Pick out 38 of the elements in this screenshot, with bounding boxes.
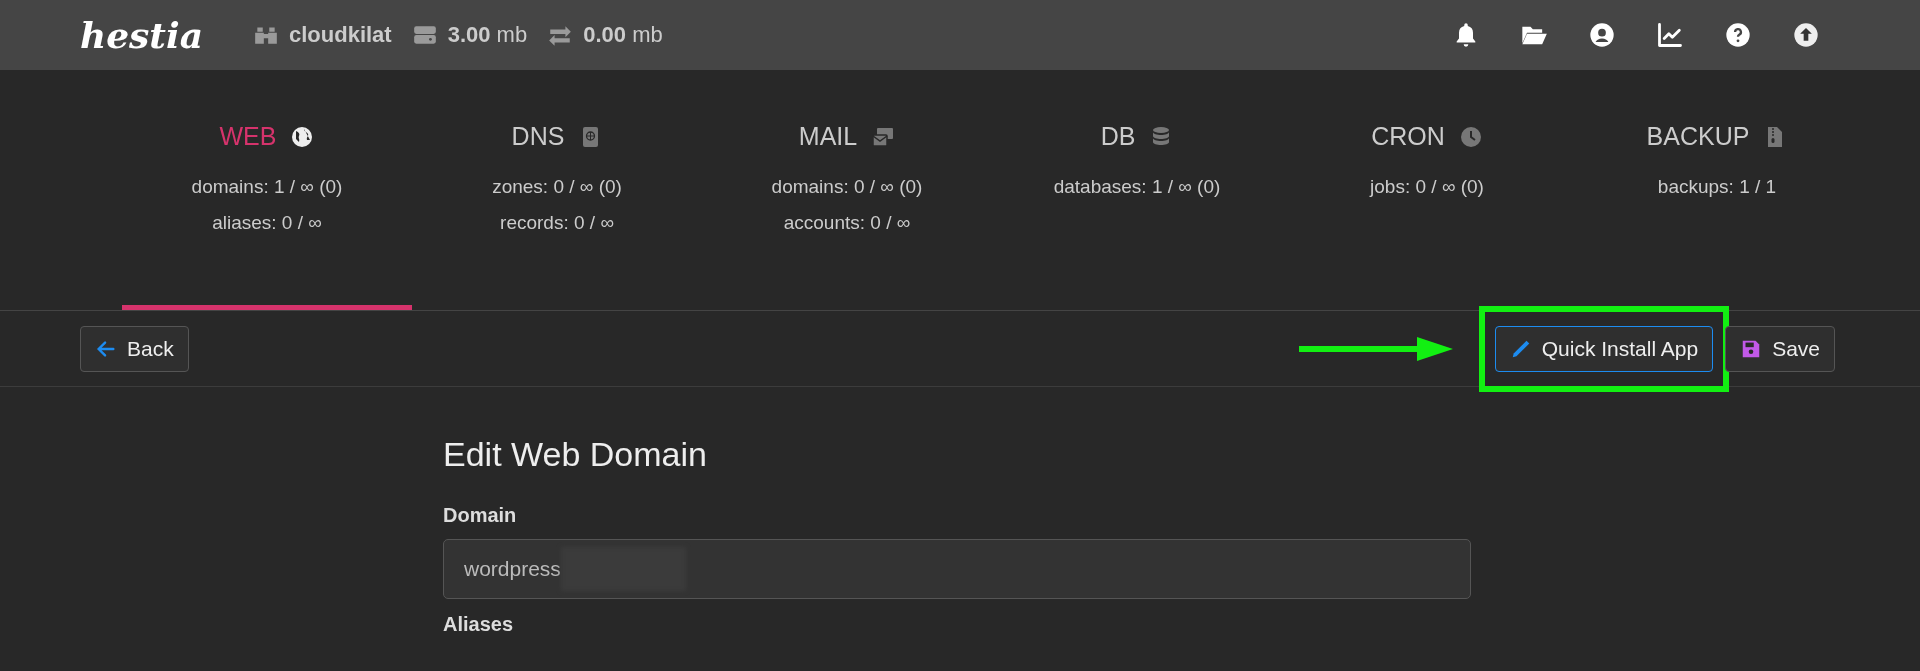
tab-title: WEB bbox=[219, 122, 277, 151]
stats-tab[interactable]: WEB domains: 1 / ∞ (0) aliases: 0 / ∞ bbox=[122, 70, 412, 310]
stats-tab[interactable]: CRON jobs: 0 / ∞ (0) bbox=[1282, 70, 1572, 310]
tab-title: DB bbox=[1100, 122, 1136, 151]
tab-title: DNS bbox=[511, 122, 565, 151]
bandwidth-usage: 0.00 mb bbox=[583, 22, 663, 48]
tab-stat: databases: 1 / ∞ (0) bbox=[1052, 175, 1222, 199]
stats-tab[interactable]: DB databases: 1 / ∞ (0) bbox=[992, 70, 1282, 310]
upload-icon[interactable] bbox=[1792, 21, 1820, 49]
tab-stat: domains: 1 / ∞ (0) bbox=[190, 175, 344, 199]
tab-stat: domains: 0 / ∞ (0) bbox=[770, 175, 924, 199]
logo[interactable]: hestia bbox=[80, 14, 203, 56]
stats-tab[interactable]: BACKUP backups: 1 / 1 bbox=[1572, 70, 1862, 310]
tab-title: BACKUP bbox=[1646, 122, 1750, 151]
field-label: Aliases bbox=[443, 613, 515, 636]
back-button[interactable]: Back bbox=[80, 325, 189, 372]
tab-stat: accounts: 0 / ∞ bbox=[782, 211, 912, 235]
tab-stat: zones: 0 / ∞ (0) bbox=[491, 175, 623, 199]
save-button[interactable]: Save bbox=[1725, 325, 1835, 372]
stats-tab[interactable]: DNS zones: 0 / ∞ (0) records: 0 / ∞ bbox=[412, 70, 702, 310]
tab-stat: records: 0 / ∞ bbox=[499, 211, 615, 235]
tab-title: CRON bbox=[1371, 122, 1445, 151]
quick-install-button[interactable]: Quick Install App bbox=[1494, 325, 1714, 372]
field-label: Domain bbox=[443, 504, 518, 527]
tab-title: MAIL bbox=[798, 122, 858, 151]
clock-icon bbox=[1458, 124, 1483, 149]
domain-field[interactable]: wordpress bbox=[443, 539, 1471, 599]
username[interactable]: cloudkilat bbox=[289, 22, 392, 48]
disk-usage: 3.00 mb bbox=[447, 22, 528, 48]
globe-icon bbox=[290, 124, 315, 149]
help-icon[interactable] bbox=[1724, 21, 1752, 49]
tab-stat: backups: 1 / 1 bbox=[1656, 175, 1778, 199]
tab-stat: jobs: 0 / ∞ (0) bbox=[1368, 175, 1485, 199]
user-icon[interactable] bbox=[1588, 21, 1616, 49]
chart-icon[interactable] bbox=[1656, 21, 1684, 49]
tab-stat: aliases: 0 / ∞ bbox=[211, 211, 323, 235]
page-title: Edit Web Domain bbox=[443, 435, 708, 474]
stats-tab[interactable]: MAIL domains: 0 / ∞ (0) accounts: 0 / ∞ bbox=[702, 70, 992, 310]
